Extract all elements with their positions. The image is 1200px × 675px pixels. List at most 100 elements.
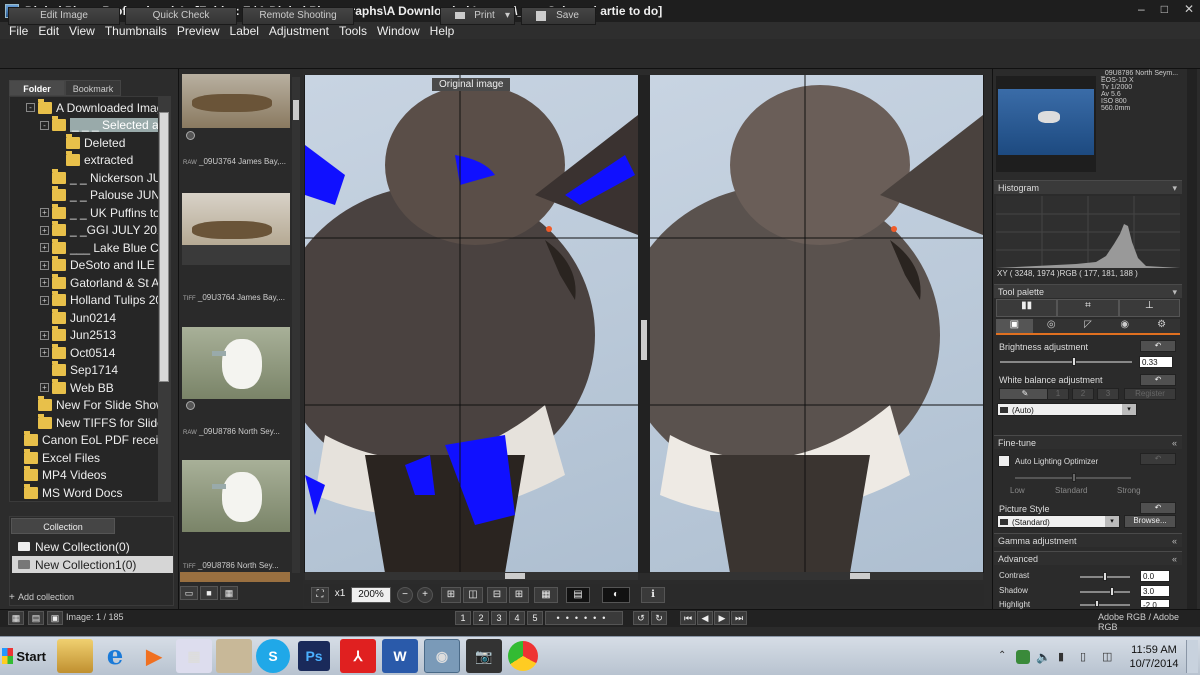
brightness-slider-knob[interactable] — [1072, 357, 1076, 366]
right-panel-scrollbar[interactable] — [1187, 69, 1197, 609]
menu-adjustment[interactable]: Adjustment — [264, 24, 334, 38]
color-tab-icon[interactable]: ◉ — [1106, 319, 1144, 333]
remote-shooting-button[interactable]: Remote Shooting — [242, 7, 354, 25]
rating-stars[interactable]: •••••• — [545, 611, 623, 625]
edit-image-button[interactable]: Edit Image — [8, 7, 120, 25]
folder-tree-item[interactable]: _ _ Palouse JUNE 201 — [40, 186, 170, 204]
fit-screen-button[interactable]: ⛶ — [311, 587, 329, 603]
contrast-input[interactable]: 0.0 — [1140, 570, 1170, 582]
menu-label[interactable]: Label — [225, 24, 264, 38]
grid-overlay-button[interactable]: ⊞ — [509, 587, 529, 603]
show-desktop-button[interactable] — [1186, 640, 1198, 673]
settings-tab-icon[interactable]: ⚙ — [1143, 319, 1180, 333]
clock[interactable]: 11:59 AM 10/7/2014 — [1126, 643, 1182, 671]
shadow-slider[interactable] — [1080, 591, 1130, 593]
adobe-reader-icon[interactable]: ⅄ — [340, 639, 376, 673]
collection-item[interactable]: New Collection1(0) — [12, 556, 173, 573]
zoom-1x-button[interactable]: x1 — [331, 587, 349, 603]
af-point-button[interactable]: ⊞ — [441, 587, 461, 603]
folder-tree-item[interactable]: MS Word Docs — [12, 483, 122, 501]
curve-tab-icon[interactable]: ◸ — [1069, 319, 1107, 333]
folder-tree-item[interactable]: extracted — [54, 151, 133, 169]
original-hscroll-thumb[interactable] — [505, 573, 525, 579]
wb-slot-2[interactable]: 2 — [1072, 388, 1094, 400]
menu-window[interactable]: Window — [372, 24, 425, 38]
expand-toggle-icon[interactable]: + — [40, 348, 49, 357]
maximize-button[interactable]: □ — [1161, 2, 1168, 16]
media-player-icon[interactable]: ▶ — [136, 639, 172, 673]
single-view-button[interactable]: ■ — [200, 586, 218, 600]
basic-adjust-tab-icon[interactable]: ▣ — [996, 319, 1033, 333]
browse-button[interactable]: Browse... — [1124, 515, 1176, 528]
volume-icon[interactable]: 🔈 — [1036, 650, 1051, 664]
folder-tree-item[interactable]: Canon EoL PDF receipts — [12, 431, 170, 449]
folder-tree-item[interactable]: + Gatorland & St Augu — [40, 273, 170, 291]
contrast-slider-knob[interactable] — [1103, 572, 1107, 581]
edited-hscrollbar[interactable] — [650, 572, 983, 580]
add-collection-button[interactable]: Add collection — [18, 592, 74, 602]
signal-icon[interactable]: ▮ — [1058, 650, 1072, 664]
pane-divider-handle[interactable] — [641, 320, 647, 360]
thumbnail-scrollbar[interactable] — [292, 77, 300, 573]
tab-bookmark[interactable]: Bookmark — [65, 80, 121, 96]
edited-image-pane[interactable] — [650, 75, 983, 573]
folder-tree-item[interactable]: + Oct0514 — [40, 343, 115, 361]
grid-view-button[interactable]: ▭ — [180, 586, 198, 600]
quick-check-button[interactable]: Quick Check — [125, 7, 237, 25]
folder-tree-item[interactable]: Jun0214 — [40, 308, 116, 326]
expand-toggle-icon[interactable]: + — [40, 243, 49, 252]
picture-style-select[interactable]: (Standard) ▾ — [997, 515, 1120, 528]
check-mark-5-button[interactable]: 5 — [527, 611, 543, 625]
next-image-button[interactable]: ▶ — [714, 611, 730, 625]
picture-style-reset-button[interactable]: ↶ — [1140, 502, 1176, 514]
stamp-icon[interactable]: ⊥ — [1118, 299, 1180, 317]
check-mark-1-button[interactable]: 1 — [455, 611, 471, 625]
wb-reset-button[interactable]: ↶ — [1140, 374, 1176, 386]
highlight-input[interactable]: -2.0 — [1140, 599, 1170, 610]
skype-icon[interactable]: S — [256, 639, 290, 673]
shadow-slider-knob[interactable] — [1110, 587, 1114, 596]
folder-tree-item[interactable]: New TIFFS for Slide Sho — [26, 413, 170, 431]
rotate-left-button[interactable]: ↺ — [633, 611, 649, 625]
thumbnail-image[interactable] — [182, 327, 290, 399]
edited-hscroll-thumb[interactable] — [850, 573, 870, 579]
menu-edit[interactable]: Edit — [33, 24, 64, 38]
gamma-header[interactable]: Gamma adjustment « — [994, 533, 1182, 547]
menu-thumbnails[interactable]: Thumbnails — [100, 24, 172, 38]
show-hidden-icons[interactable]: ⌃ — [998, 650, 1012, 664]
print-button[interactable]: Print ▾ — [440, 7, 515, 25]
tree-scrollbar-thumb[interactable] — [159, 112, 169, 382]
folder-tree-item[interactable]: + _ _ UK Puffins to Tran — [40, 203, 170, 221]
chrome-icon[interactable] — [508, 641, 538, 671]
menu-help[interactable]: Help — [425, 24, 460, 38]
eyedropper-button[interactable]: ✎ — [999, 388, 1051, 400]
folder-tree-item[interactable]: + DeSoto and ILE Sprin — [40, 256, 170, 274]
network-app-icon[interactable] — [1016, 650, 1030, 664]
alo-checkbox[interactable] — [998, 455, 1010, 467]
menu-preview[interactable]: Preview — [172, 24, 225, 38]
folder-tree-item[interactable]: Excel Files — [12, 448, 100, 466]
alo-slider-knob[interactable] — [1072, 473, 1076, 482]
thumbnail-image[interactable] — [182, 460, 290, 532]
calculator-icon[interactable]: ▦ — [176, 639, 212, 673]
grid-display-button[interactable]: ▦ — [534, 587, 558, 603]
tab-collection[interactable]: Collection — [11, 518, 115, 534]
expand-toggle-icon[interactable]: + — [40, 278, 49, 287]
folder-tree-item[interactable]: + Holland Tulips 2014 — [40, 291, 170, 309]
highlight-warning-button[interactable]: ▤ — [566, 587, 590, 603]
expand-toggle-icon[interactable]: - — [40, 120, 49, 130]
start-button[interactable]: Start — [2, 640, 46, 672]
folder-tree-item[interactable]: - _ _ _ Selected artie to — [40, 116, 170, 134]
white-balance-select[interactable]: (Auto) ▾ — [997, 403, 1137, 416]
power-icon[interactable]: ▯ — [1080, 650, 1094, 664]
folder-tree-item[interactable]: - A Downloaded Images — [26, 98, 170, 116]
menu-view[interactable]: View — [64, 24, 100, 38]
expand-toggle-icon[interactable]: + — [40, 225, 49, 235]
highlight-slider-knob[interactable] — [1095, 600, 1099, 607]
wb-slot-1[interactable]: 1 — [1047, 388, 1069, 400]
photoshop-icon[interactable]: Ps — [298, 641, 330, 671]
photo-viewer-icon[interactable] — [216, 639, 252, 673]
folder-tree-item[interactable]: + ___ Lake Blue Cypres — [40, 238, 170, 256]
tone-tab-icon[interactable]: ◎ — [1032, 319, 1070, 333]
check-mark-4-button[interactable]: 4 — [509, 611, 525, 625]
